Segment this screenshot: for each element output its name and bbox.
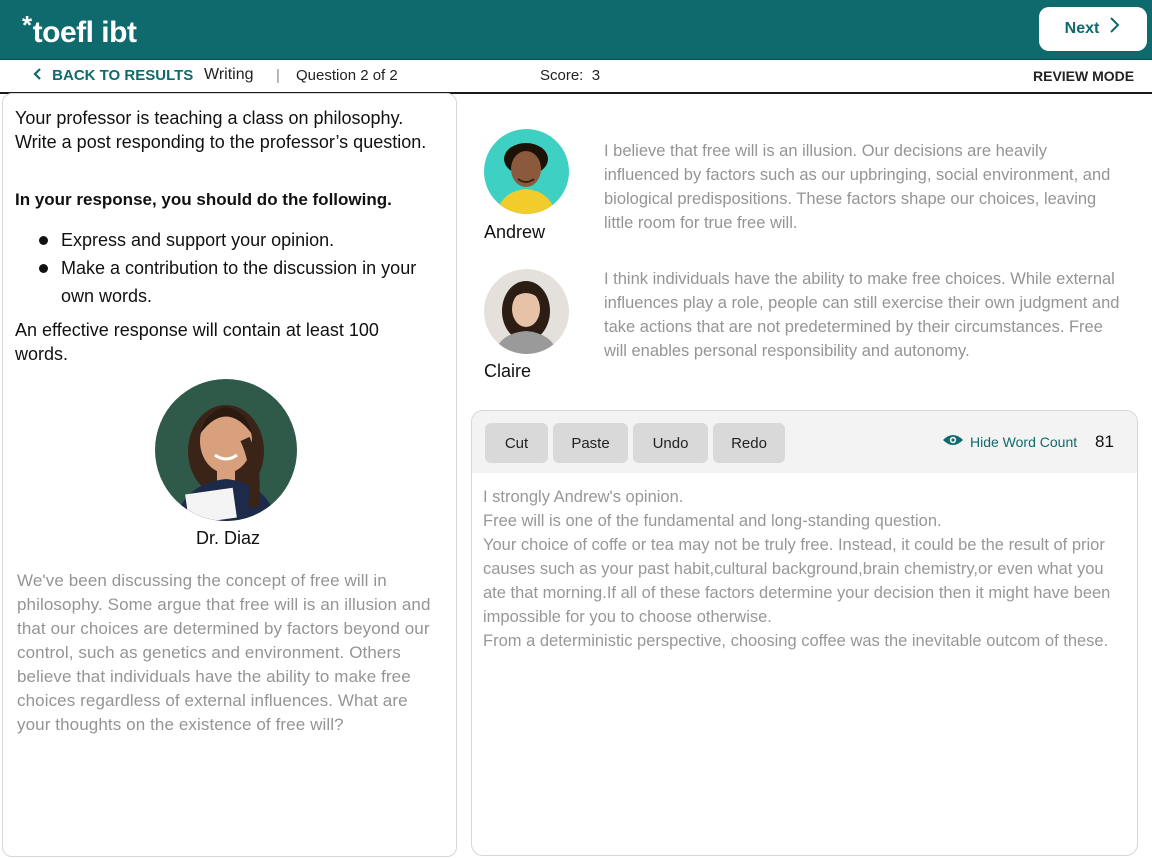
eye-icon xyxy=(942,433,964,450)
undo-button[interactable]: Undo xyxy=(633,423,708,463)
logo-star-icon: * xyxy=(22,10,32,40)
review-mode-label: REVIEW MODE xyxy=(1033,68,1135,84)
professor-question: We've been discussing the concept of fre… xyxy=(17,571,431,734)
paste-button[interactable]: Paste xyxy=(553,423,628,463)
back-to-results-link[interactable]: BACK TO RESULTS xyxy=(33,67,193,84)
score-label: Score: xyxy=(540,67,584,84)
response-editor: Cut Paste Undo Redo Hide Word Count 81 I… xyxy=(471,410,1138,856)
andrew-post: I believe that free will is an illusion.… xyxy=(604,142,1111,232)
toefl-logo: *toefl ibt xyxy=(22,10,137,50)
instructions-heading: In your response, you should do the foll… xyxy=(15,190,392,209)
claire-avatar xyxy=(484,269,569,354)
word-count-value: 81 xyxy=(1095,432,1114,451)
andrew-avatar xyxy=(484,129,569,214)
instruction-item: Express and support your opinion. xyxy=(39,226,429,254)
score-value: 3 xyxy=(591,67,601,84)
back-label: BACK TO RESULTS xyxy=(52,67,194,84)
claire-post: I think individuals have the ability to … xyxy=(604,270,1120,360)
hide-word-count-label: Hide Word Count xyxy=(970,433,1078,450)
prompt-panel: Your professor is teaching a class on ph… xyxy=(2,93,457,857)
professor-name: Dr. Diaz xyxy=(195,528,260,548)
question-number: Question 2 of 2 xyxy=(296,67,398,84)
chevron-right-icon xyxy=(1109,16,1121,40)
essay-line: From a deterministic perspective, choosi… xyxy=(483,632,1109,650)
hide-word-count-toggle[interactable]: Hide Word Count xyxy=(942,433,1077,450)
instruction-item: Make a contribution to the discussion in… xyxy=(39,254,429,310)
score: Score: 3 xyxy=(540,67,600,84)
next-label: Next xyxy=(1064,20,1100,37)
discussion-panel: Andrew I believe that free will is an il… xyxy=(460,93,1150,857)
top-bar: *toefl ibt Next xyxy=(0,0,1152,60)
min-words-note: An effective response will contain at le… xyxy=(15,320,379,364)
nav-divider: | xyxy=(276,67,280,84)
cut-button[interactable]: Cut xyxy=(485,423,548,463)
question-nav-bar: BACK TO RESULTS Writing | Question 2 of … xyxy=(0,60,1152,94)
andrew-name: Andrew xyxy=(484,222,546,242)
redo-button[interactable]: Redo xyxy=(713,423,785,463)
section-name: Writing xyxy=(204,66,254,83)
essay-text-area[interactable]: I strongly Andrew's opinion. Free will i… xyxy=(483,485,1123,653)
next-button[interactable]: Next xyxy=(1039,7,1147,51)
claire-name: Claire xyxy=(484,361,532,381)
instructions-list: Express and support your opinion. Make a… xyxy=(39,226,429,310)
essay-line: I strongly Andrew's opinion. xyxy=(483,488,684,506)
logo-text: toefl ibt xyxy=(32,16,137,49)
essay-line: Your choice of coffe or tea may not be t… xyxy=(483,536,1111,626)
chevron-left-icon xyxy=(33,67,52,84)
essay-line: Free will is one of the fundamental and … xyxy=(483,512,942,530)
editor-toolbar: Cut Paste Undo Redo Hide Word Count 81 xyxy=(472,411,1137,473)
prompt-intro: Your professor is teaching a class on ph… xyxy=(15,108,427,152)
professor-avatar xyxy=(155,379,297,521)
